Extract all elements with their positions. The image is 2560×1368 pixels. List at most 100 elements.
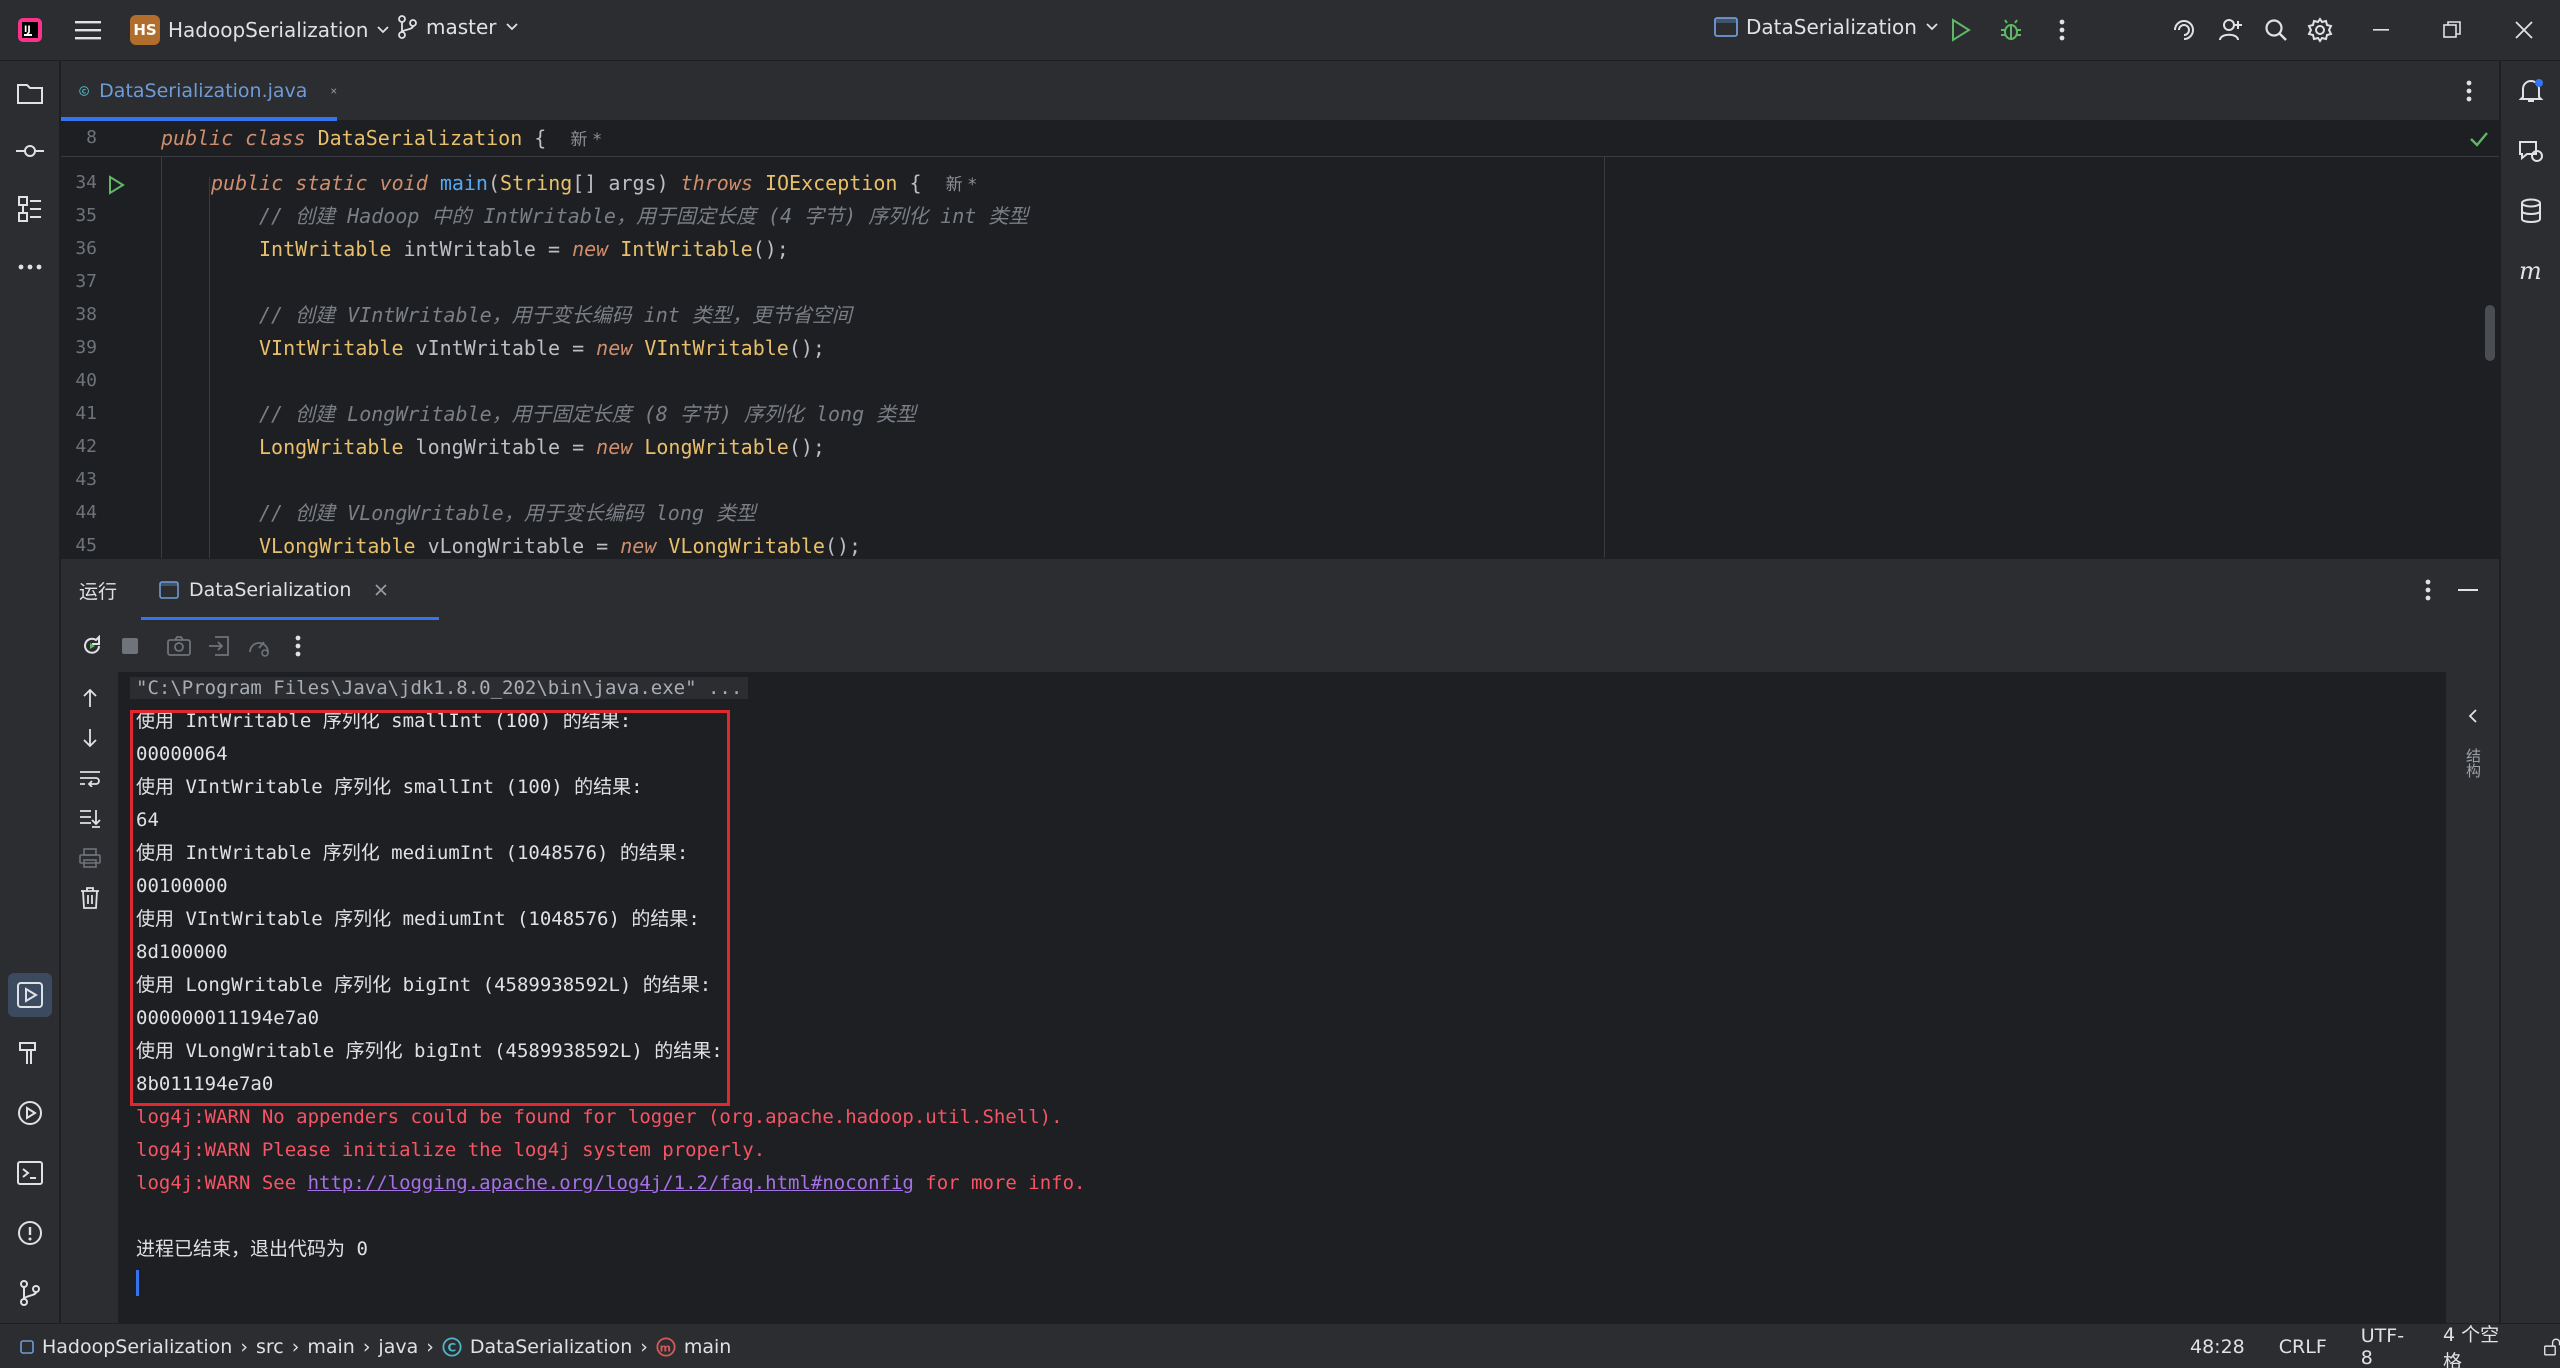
minimize-window-icon[interactable] (2362, 10, 2402, 50)
run-config-selector[interactable]: DataSerialization (1714, 15, 1939, 39)
settings-gear-icon[interactable] (2300, 10, 2340, 50)
notifications-bell-icon[interactable] (2511, 71, 2551, 111)
print-icon[interactable] (70, 838, 110, 878)
line-separator[interactable]: CRLF (2279, 1336, 2327, 1358)
ai-assistant-icon[interactable] (2164, 10, 2204, 50)
breadcrumb-item[interactable]: DataSerialization (470, 1336, 632, 1358)
scroll-up-arrow-icon[interactable] (70, 678, 110, 718)
more-run-actions-icon[interactable] (278, 626, 318, 666)
hide-panel-icon[interactable] (2448, 570, 2488, 610)
sticky-line[interactable]: 8 public class DataSerialization { 新 * (61, 121, 2499, 157)
code-editor[interactable]: 8 public class DataSerialization { 新 * 3… (61, 121, 2499, 558)
rerun-icon[interactable] (72, 626, 112, 666)
commit-icon[interactable] (10, 131, 50, 171)
run-toolbar (61, 620, 2499, 672)
line-number: 40 (75, 370, 97, 391)
chevron-left-icon[interactable] (2453, 696, 2493, 736)
attach-icon[interactable] (199, 626, 239, 666)
problems-icon[interactable] (10, 1213, 50, 1253)
line-number: 41 (75, 403, 97, 424)
profiler-icon[interactable] (239, 626, 279, 666)
java-class-icon: C (79, 86, 89, 96)
intellij-logo-icon[interactable]: IJ (10, 10, 50, 50)
more-actions-icon[interactable] (2042, 10, 2082, 50)
terminal-icon[interactable] (10, 1153, 50, 1193)
breadcrumb-item[interactable]: main (307, 1336, 354, 1358)
line-number: 39 (75, 337, 97, 358)
application-config-icon (1714, 17, 1738, 37)
editor-tab-dataserialization[interactable]: C DataSerialization.java (61, 61, 337, 121)
project-folder-icon[interactable] (10, 73, 50, 113)
svg-text:m: m (660, 1341, 671, 1354)
run-tool-window-header: 运行 DataSerialization (61, 558, 2499, 621)
sticky-class-declaration: public class DataSerialization { 新 * (161, 126, 602, 150)
search-icon[interactable] (2256, 10, 2296, 50)
run-gutter-icon[interactable] (107, 175, 125, 195)
java-class-icon: C (442, 1336, 462, 1357)
project-switcher[interactable]: HS HadoopSerialization (130, 15, 390, 45)
stop-icon[interactable] (110, 626, 150, 666)
scroll-down-arrow-icon[interactable] (70, 718, 110, 758)
run-tab-label: DataSerialization (189, 579, 352, 601)
build-hammer-icon[interactable] (10, 1033, 50, 1073)
close-window-icon[interactable] (2504, 10, 2544, 50)
right-tool-window-bar: m (2500, 61, 2560, 1323)
soft-wrap-icon[interactable] (70, 758, 110, 798)
breadcrumb-item[interactable]: java (378, 1336, 418, 1358)
run-tab-dataserialization[interactable]: DataSerialization (141, 559, 439, 621)
branch-name: master (426, 15, 497, 39)
indent-guide (161, 157, 162, 558)
breadcrumb-item[interactable]: HadoopSerialization (42, 1336, 232, 1358)
log4j-faq-link[interactable]: http://logging.apache.org/log4j/1.2/faq.… (308, 1172, 914, 1194)
tab-options-icon[interactable] (2449, 71, 2489, 111)
console-command-line: "C:\Program Files\Java\jdk1.8.0_202\bin\… (130, 672, 749, 705)
chevron-right-icon: › (240, 1335, 248, 1358)
screenshot-camera-icon[interactable] (159, 626, 199, 666)
svg-text:IJ: IJ (24, 25, 31, 35)
breadcrumb-item[interactable]: src (256, 1336, 284, 1358)
file-encoding[interactable]: UTF-8 (2361, 1325, 2409, 1368)
process-exit-line: 进程已结束，退出代码为 0 (136, 1238, 368, 1260)
run-icon[interactable] (1940, 10, 1980, 50)
line-number: 44 (75, 502, 97, 523)
code-comment: // 创建 LongWritable，用于固定长度 (8 字节) 序列化 lon… (259, 402, 917, 426)
maven-icon[interactable]: m (2511, 251, 2551, 291)
scroll-to-end-icon[interactable] (70, 798, 110, 838)
git-icon[interactable] (10, 1273, 50, 1313)
main-menu-icon[interactable] (68, 10, 108, 50)
read-only-lock-icon[interactable] (2543, 1337, 2560, 1357)
run-tool-window-icon[interactable] (8, 973, 52, 1017)
structure-icon[interactable] (10, 189, 50, 229)
ai-chat-icon[interactable] (2511, 131, 2551, 171)
structure-side-label[interactable]: 结构 (2462, 748, 2484, 778)
editor-scrollbar-thumb[interactable] (2485, 305, 2495, 361)
close-tab-icon[interactable] (331, 85, 337, 97)
no-problems-check-icon[interactable] (2469, 131, 2489, 147)
add-user-icon[interactable] (2211, 10, 2251, 50)
console-right-strip: 结构 (2445, 672, 2499, 1323)
indent-setting[interactable]: 4 个空格 (2443, 1320, 2509, 1368)
application-config-icon (159, 581, 179, 599)
restore-window-icon[interactable] (2432, 10, 2472, 50)
debug-icon[interactable] (1991, 10, 2031, 50)
chevron-right-icon: › (426, 1335, 434, 1358)
chevron-right-icon: › (362, 1335, 371, 1358)
breadcrumb-item[interactable]: main (684, 1336, 731, 1358)
line-number-gutter: 34 35 36 37 38 39 40 41 42 43 44 45 (61, 121, 161, 558)
project-badge: HS (130, 15, 160, 45)
close-tab-icon[interactable] (375, 584, 387, 596)
database-icon[interactable] (2511, 191, 2551, 231)
method-icon: m (656, 1336, 676, 1357)
run-panel-options-icon[interactable] (2408, 570, 2448, 610)
line-number: 35 (75, 205, 97, 226)
caret-position[interactable]: 48:28 (2190, 1336, 2245, 1358)
sticky-hint: 新 * (570, 130, 602, 150)
status-widgets: 48:28 CRLF UTF-8 4 个空格 (2190, 1324, 2560, 1368)
console-warning-line: log4j:WARN Please initialize the log4j s… (136, 1139, 766, 1161)
more-tools-icon[interactable] (10, 247, 50, 287)
code-line-intwritable: IntWritable intWritable = new IntWritabl… (259, 237, 789, 261)
branch-switcher[interactable]: master (396, 15, 519, 39)
warning-prefix: log4j:WARN See (136, 1172, 308, 1194)
services-icon[interactable] (10, 1093, 50, 1133)
clear-all-trash-icon[interactable] (70, 878, 110, 918)
